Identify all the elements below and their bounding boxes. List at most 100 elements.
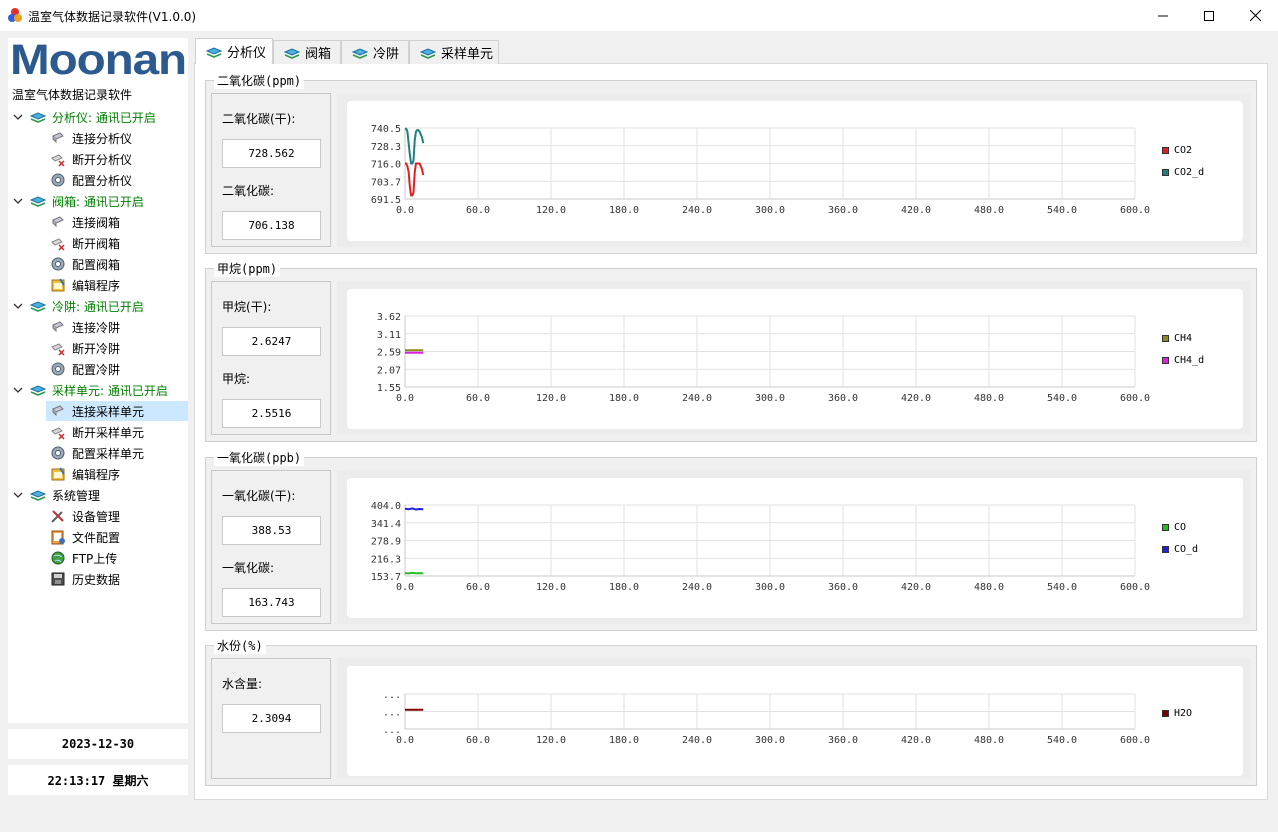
tree-item[interactable]: 断开冷阱 — [46, 338, 188, 358]
x-tick-label: 60.0 — [466, 582, 490, 593]
minimize-button[interactable] — [1140, 0, 1186, 31]
tree-item[interactable]: 编辑程序 — [46, 464, 188, 484]
x-tick-label: 120.0 — [536, 205, 566, 216]
x-tick-label: 60.0 — [466, 393, 490, 404]
tree-item[interactable]: 断开阀箱 — [46, 233, 188, 253]
x-tick-label: 540.0 — [1047, 735, 1077, 746]
minimize-icon — [1158, 15, 1168, 16]
tree-item[interactable]: 断开采样单元 — [46, 422, 188, 442]
y-tick-label: 404.0 — [371, 501, 401, 512]
legend-swatch — [1162, 168, 1169, 176]
tree-item[interactable]: 设备管理 — [46, 506, 188, 526]
tools-icon — [50, 508, 72, 524]
legend-label: CO2 — [1174, 144, 1193, 156]
gear-icon — [50, 361, 72, 377]
chevron-down-icon[interactable] — [12, 195, 30, 207]
x-tick-label: 300.0 — [755, 735, 785, 746]
tree-item[interactable]: 连接阀箱 — [46, 212, 188, 232]
logo-text: Moonan — [10, 40, 186, 78]
tree-group-1[interactable]: 阀箱: 通讯已开启 — [12, 191, 144, 211]
y-tick-label: ... — [383, 690, 401, 701]
legend-item: CO2 — [1162, 139, 1204, 161]
tree-item[interactable]: 配置阀箱 — [46, 254, 188, 274]
tree-group-label: 系统管理 — [52, 488, 101, 503]
tab-valve-box[interactable]: 阀箱 — [273, 40, 341, 64]
y-tick-label: 216.3 — [371, 554, 401, 565]
tree-item[interactable]: 文件配置 — [46, 527, 188, 547]
chart-legend: H2O — [1162, 702, 1192, 724]
layers-icon — [352, 47, 368, 59]
tree-item[interactable]: 配置采样单元 — [46, 443, 188, 463]
panel-0: 二氧化碳(ppm) 二氧化碳(干): 728.562 二氧化碳: 706.138 … — [205, 72, 1257, 254]
x-tick-label: 180.0 — [609, 582, 639, 593]
y-tick-label: 728.3 — [371, 142, 401, 153]
legend-swatch — [1162, 334, 1169, 342]
x-tick-label: 600.0 — [1120, 205, 1150, 216]
connect-icon — [50, 403, 72, 419]
navigation-panel: Moonan 温室气体数据记录软件 分析仪: 通讯已开启 连接分析仪 断开分析仪… — [8, 38, 188, 723]
tab-cold-trap[interactable]: 冷阱 — [341, 40, 409, 64]
tree-item[interactable]: 连接分析仪 — [46, 128, 188, 148]
panel-2: 一氧化碳(ppb) 一氧化碳(干): 388.53 一氧化碳: 163.743 0… — [205, 449, 1257, 631]
x-tick-label: 360.0 — [828, 582, 858, 593]
tree-item[interactable]: 配置冷阱 — [46, 359, 188, 379]
tree-item[interactable]: 历史数据 — [46, 569, 188, 589]
gear-icon — [50, 445, 72, 461]
y-tick-label: 3.62 — [377, 312, 401, 323]
value-panel: 水含量: 2.3094 — [211, 658, 331, 779]
legend-swatch — [1162, 523, 1169, 531]
y-tick-label: 278.9 — [371, 537, 401, 548]
window-title: 温室气体数据记录软件(V1.0.0) — [28, 10, 197, 24]
tree-item-label: 编辑程序 — [72, 278, 121, 293]
tree-group-2[interactable]: 冷阱: 通讯已开启 — [12, 296, 144, 316]
x-tick-label: 360.0 — [828, 393, 858, 404]
maximize-button[interactable] — [1186, 0, 1232, 31]
tab-analyzer[interactable]: 分析仪 — [195, 38, 273, 64]
legend-swatch — [1162, 709, 1169, 717]
chart-area: 0.0 60.0 120.0 180.0 240.0 300.0 360.0 420.0 480… — [337, 470, 1251, 624]
tab-label: 分析仪 — [227, 46, 267, 61]
tree-group-0[interactable]: 分析仪: 通讯已开启 — [12, 107, 156, 127]
panel-title: 甲烷(ppm) — [214, 260, 281, 277]
tree-item[interactable]: 配置分析仪 — [46, 170, 188, 190]
chevron-down-icon[interactable] — [12, 111, 30, 123]
x-tick-label: 480.0 — [974, 735, 1004, 746]
tree-item[interactable]: 连接采样单元 — [46, 401, 188, 421]
tree-item[interactable]: FTP上传 — [46, 548, 188, 568]
y-tick-label: ... — [383, 708, 401, 719]
edit-program-icon — [50, 466, 72, 482]
chart-svg: 0.0 60.0 120.0 180.0 240.0 300.0 360.0 420.0 480… — [371, 501, 1150, 593]
app-logo-icon — [8, 8, 22, 22]
value-label: 甲烷(干): — [222, 300, 272, 314]
tree-item-label: 文件配置 — [72, 530, 121, 545]
x-tick-label: 240.0 — [682, 393, 712, 404]
x-tick-label: 360.0 — [828, 735, 858, 746]
disconnect-icon — [50, 235, 72, 251]
series-line-CO_d — [404, 507, 424, 511]
x-tick-label: 300.0 — [755, 205, 785, 216]
tab-sampling-unit[interactable]: 采样单元 — [409, 40, 499, 64]
chevron-down-icon[interactable] — [12, 489, 30, 501]
chevron-down-icon[interactable] — [12, 384, 30, 396]
panel-title: 水份(%) — [214, 637, 266, 654]
tree-group-3[interactable]: 采样单元: 通讯已开启 — [12, 380, 168, 400]
chevron-down-icon[interactable] — [12, 300, 30, 312]
tree-group-4[interactable]: 系统管理 — [12, 485, 100, 505]
tree-item[interactable]: 编辑程序 — [46, 275, 188, 295]
x-tick-label: 0.0 — [396, 735, 414, 746]
layers-icon — [30, 298, 52, 314]
tree-item[interactable]: 断开分析仪 — [46, 149, 188, 169]
tree-item[interactable]: 连接冷阱 — [46, 317, 188, 337]
x-tick-label: 600.0 — [1120, 393, 1150, 404]
value-label: 水含量: — [222, 677, 263, 691]
tree-item-label: 编辑程序 — [72, 467, 121, 482]
tab-label: 阀箱 — [305, 47, 332, 62]
legend-label: CO — [1174, 521, 1187, 533]
tree-group-label: 冷阱: 通讯已开启 — [52, 299, 144, 314]
close-button[interactable] — [1232, 0, 1278, 31]
layers-icon — [420, 47, 436, 59]
x-tick-label: 0.0 — [396, 205, 414, 216]
y-tick-label: ... — [383, 725, 401, 736]
y-tick-label: 703.7 — [371, 177, 401, 188]
chart-legend: CO2 CO2_d — [1162, 139, 1204, 183]
